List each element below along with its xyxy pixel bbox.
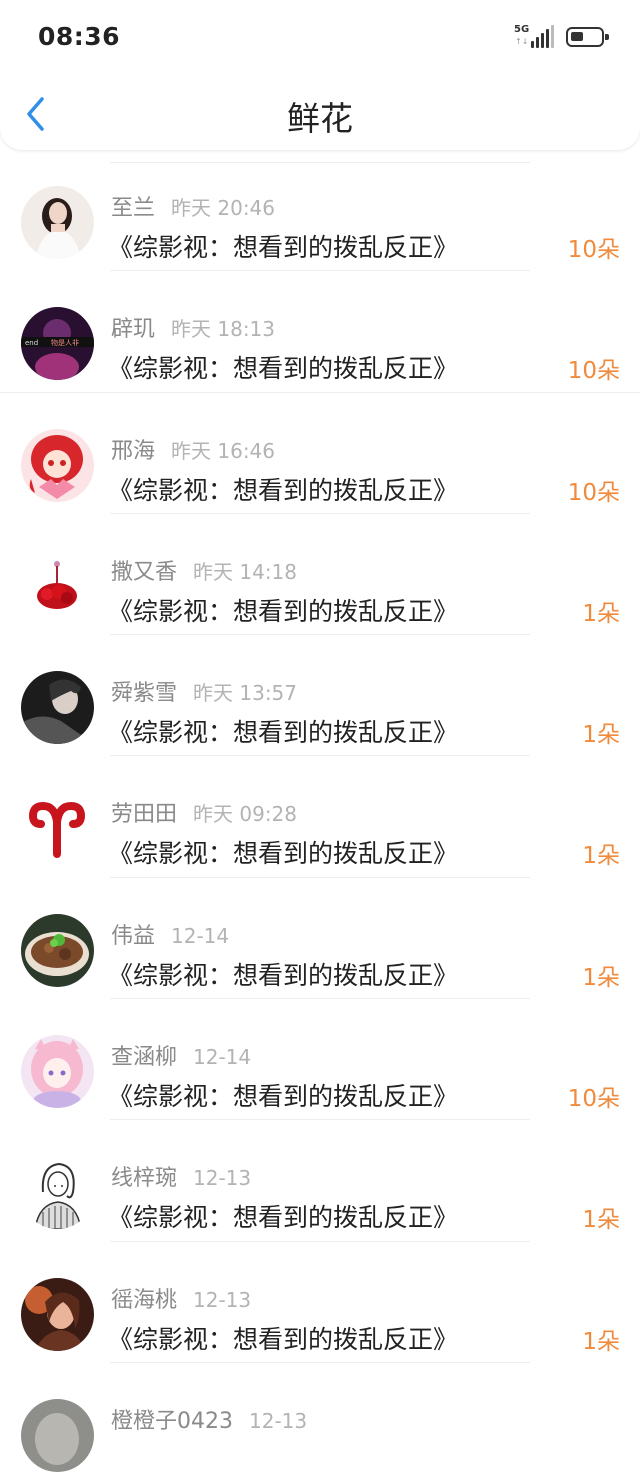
status-time: 08:36 (38, 22, 121, 51)
app-header: 08:36 5G ↑↓ 鲜花 (0, 0, 640, 150)
timestamp: 昨天 13:57 (193, 681, 298, 706)
pink-anime-icon (21, 1035, 94, 1109)
user-name: 线梓琬 (111, 1166, 178, 1192)
timestamp: 12-13 (249, 1408, 308, 1433)
book-title: 《综影视：想看到的拨乱反正》 (108, 475, 459, 505)
red-hair-anime-icon (21, 428, 94, 502)
book-title: 《综影视：想看到的拨乱反正》 (108, 1203, 459, 1233)
flower-list: 至兰 昨天 20:46 《综影视：想看到的拨乱反正》 10朵 end 物是人非 辟… (0, 150, 640, 1484)
dark-portrait-icon (21, 671, 94, 745)
book-title: 《综影视：想看到的拨乱反正》 (108, 1082, 459, 1112)
list-item[interactable]: 橙橙子0423 12-13 (0, 1363, 640, 1484)
list-item[interactable]: end 物是人非 辟玑 昨天 18:13 《综影视：想看到的拨乱反正》 10朵 (0, 271, 640, 393)
book-title: 《综影视：想看到的拨乱反正》 (108, 596, 459, 626)
list-item[interactable]: 线梓琬 12-13 《综影视：想看到的拨乱反正》 1朵 (0, 1120, 640, 1242)
avatar (21, 1398, 94, 1472)
book-title: 《综影视：想看到的拨乱反正》 (108, 233, 459, 262)
status-icons: 5G ↑↓ (514, 24, 609, 50)
book-title: 《综影视：想看到的拨乱反正》 (108, 960, 459, 990)
timestamp: 12-14 (171, 923, 230, 948)
flower-count: 10朵 (567, 1086, 620, 1113)
photo-girl-white-dress-icon (21, 186, 94, 259)
flower-count: 10朵 (567, 358, 620, 385)
avatar: end 物是人非 (21, 307, 94, 381)
warm-portrait-icon (21, 1277, 94, 1351)
avatar (21, 1156, 94, 1230)
list-item[interactable]: 舜紫雪 昨天 13:57 《综影视：想看到的拨乱反正》 1朵 (0, 635, 640, 757)
user-name: 橙橙子0423 (111, 1408, 233, 1434)
svg-text:物是人非: 物是人非 (51, 338, 79, 347)
timestamp: 昨天 09:28 (193, 802, 298, 827)
list-item[interactable]: 伟益 12-14 《综影视：想看到的拨乱反正》 1朵 (0, 878, 640, 1000)
battery-icon (566, 27, 609, 47)
book-title: 《综影视：想看到的拨乱反正》 (108, 839, 459, 869)
list-item[interactable]: 邢海 昨天 16:46 《综影视：想看到的拨乱反正》 10朵 (0, 393, 640, 514)
flower-count: 10朵 (567, 237, 620, 263)
network-type: 5G (514, 24, 530, 35)
user-name: 舜紫雪 (111, 681, 178, 707)
avatar (21, 1035, 94, 1109)
avatar (21, 186, 94, 259)
avatar (21, 913, 94, 987)
sketch-girl-icon (21, 1156, 94, 1230)
list-item[interactable]: 查涵柳 12-14 《综影视：想看到的拨乱反正》 10朵 (0, 999, 640, 1121)
dark-purple-text-icon: end 物是人非 (21, 307, 94, 381)
user-name: 徭海桃 (111, 1287, 178, 1313)
avatar (21, 549, 94, 623)
flower-count: 1朵 (582, 1207, 620, 1234)
flower-count: 1朵 (582, 600, 620, 627)
flower-count: 10朵 (567, 479, 620, 506)
list-item[interactable]: 撒又香 昨天 14:18 《综影视：想看到的拨乱反正》 1朵 (0, 514, 640, 636)
list-item[interactable]: 徭海桃 12-13 《综影视：想看到的拨乱反正》 1朵 (0, 1242, 640, 1363)
user-name: 劳田田 (111, 802, 178, 828)
book-title: 《综影视：想看到的拨乱反正》 (108, 354, 459, 384)
red-rose-figure-icon (21, 549, 94, 623)
grey-partial-icon (21, 1398, 94, 1472)
flower-count: 1朵 (582, 843, 620, 870)
user-name: 伟益 (111, 923, 156, 949)
avatar (21, 1277, 94, 1351)
aries-symbol-icon (21, 792, 94, 866)
list-item[interactable]: 劳田田 昨天 09:28 《综影视：想看到的拨乱反正》 1朵 (0, 756, 640, 878)
book-title: 《综影视：想看到的拨乱反正》 (108, 718, 459, 748)
avatar (21, 671, 94, 745)
timestamp: 昨天 18:13 (171, 317, 276, 342)
food-bowl-icon (21, 913, 94, 987)
timestamp: 12-13 (193, 1287, 252, 1312)
timestamp: 昨天 14:18 (193, 559, 298, 584)
user-name: 邢海 (111, 438, 156, 464)
avatar (21, 428, 94, 502)
timestamp: 12-14 (193, 1045, 252, 1070)
list-item[interactable]: 至兰 昨天 20:46 《综影视：想看到的拨乱反正》 10朵 (0, 150, 640, 272)
avatar (21, 792, 94, 866)
svg-text:end: end (25, 339, 38, 347)
user-name: 辟玑 (111, 317, 156, 343)
timestamp: 昨天 16:46 (171, 438, 276, 463)
flower-count: 1朵 (582, 964, 620, 991)
user-name: 撒又香 (111, 559, 178, 585)
flower-count: 1朵 (582, 1328, 620, 1355)
timestamp: 12-13 (193, 1166, 252, 1191)
book-title: 《综影视：想看到的拨乱反正》 (108, 1324, 459, 1354)
page-title: 鲜花 (287, 99, 353, 138)
flower-count: 1朵 (582, 722, 620, 749)
user-name: 查涵柳 (111, 1045, 178, 1071)
timestamp: 昨天 20:46 (171, 196, 276, 220)
user-name: 至兰 (111, 196, 156, 221)
signal-icon: 5G ↑↓ (514, 24, 554, 50)
